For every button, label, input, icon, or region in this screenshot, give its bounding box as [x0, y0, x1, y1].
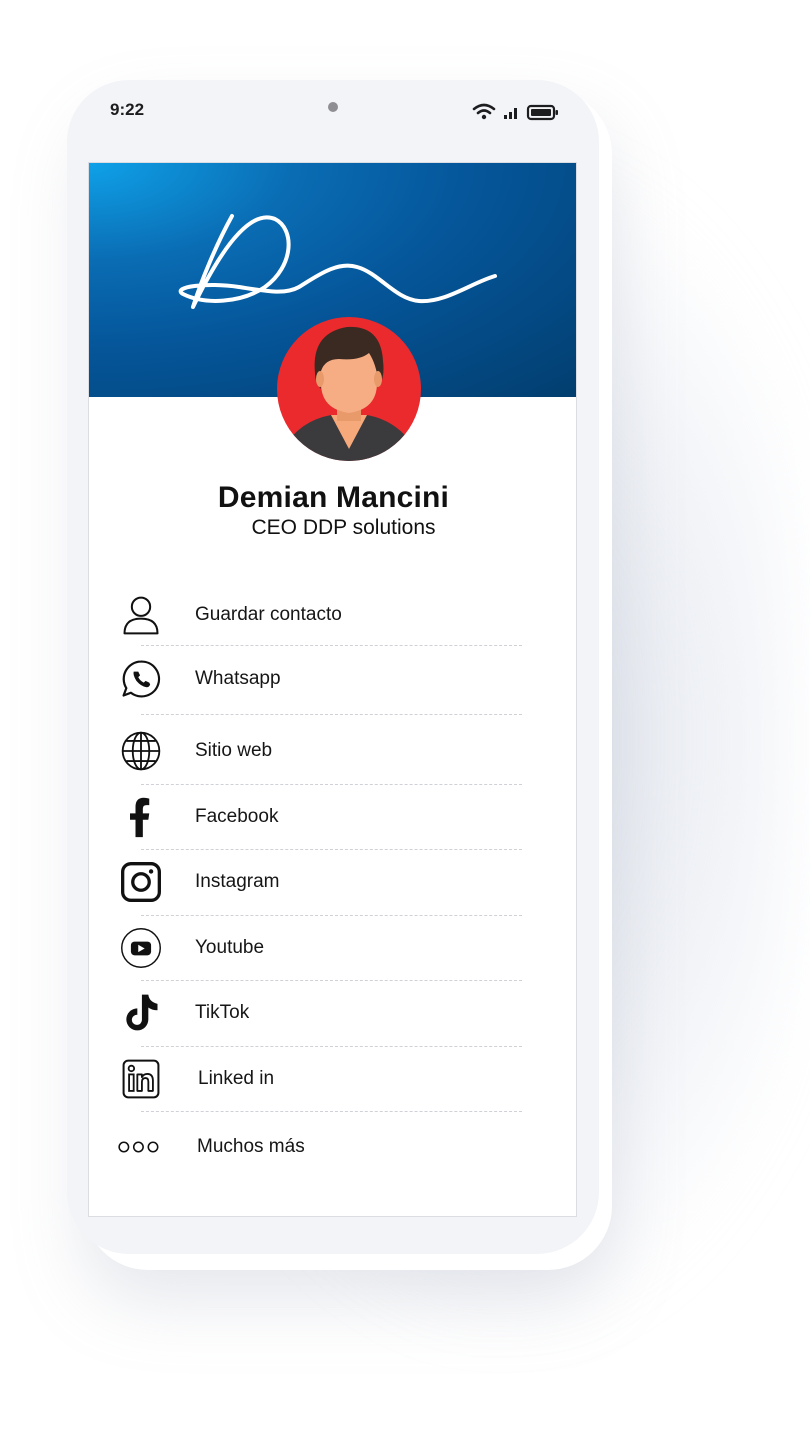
menu-item-guardar-contacto[interactable]: Guardar contacto: [117, 587, 537, 643]
menu-item-label: Linked in: [198, 1068, 275, 1089]
status-icons: [472, 103, 558, 121]
screen: Demian Mancini CEO DDP solutions Guardar…: [88, 162, 577, 1217]
divider: [141, 1111, 522, 1112]
facebook-icon: [117, 793, 165, 841]
battery-icon: [526, 104, 558, 121]
divider: [141, 714, 522, 715]
menu-item-linkedin[interactable]: Linked in: [117, 1051, 537, 1107]
menu-item-facebook[interactable]: Facebook: [117, 789, 537, 845]
person-icon: [117, 591, 165, 639]
menu-item-label: Instagram: [195, 871, 280, 892]
linkedin-icon: [117, 1055, 165, 1103]
profile-title: CEO DDP solutions: [251, 516, 436, 539]
menu-item-instagram[interactable]: Instagram: [117, 854, 537, 910]
menu-item-label: Guardar contacto: [195, 604, 342, 625]
whatsapp-icon: [117, 655, 165, 703]
divider: [141, 645, 522, 646]
divider: [141, 784, 522, 785]
divider: [141, 849, 522, 850]
menu-item-label: Youtube: [195, 937, 265, 958]
tiktok-icon: [117, 989, 165, 1037]
menu-item-label: Facebook: [195, 806, 279, 827]
menu-item-muchos-mas[interactable]: Muchos más: [117, 1119, 537, 1175]
divider: [141, 1046, 522, 1047]
instagram-icon: [117, 858, 165, 906]
camera-dot: [328, 102, 338, 112]
menu-item-sitio-web[interactable]: Sitio web: [117, 723, 537, 779]
profile-name: Demian Mancini: [217, 481, 450, 514]
globe-icon: [117, 727, 165, 775]
signal-icon: [504, 108, 517, 119]
avatar: [277, 317, 421, 461]
menu-item-label: Whatsapp: [195, 668, 281, 689]
menu-item-label: Muchos más: [197, 1136, 305, 1157]
menu-item-tiktok[interactable]: TikTok: [117, 985, 537, 1041]
divider: [141, 915, 522, 916]
more-dots-icon: [117, 1123, 165, 1171]
youtube-icon: [117, 924, 165, 972]
wifi-icon: [472, 103, 496, 120]
menu-item-whatsapp[interactable]: Whatsapp: [117, 651, 537, 707]
status-time: 9:22: [110, 100, 145, 119]
menu-item-label: TikTok: [195, 1002, 250, 1023]
menu-item-youtube[interactable]: Youtube: [117, 920, 537, 976]
menu-item-label: Sitio web: [195, 740, 273, 761]
divider: [141, 980, 522, 981]
person-avatar-illustration: [283, 326, 415, 461]
